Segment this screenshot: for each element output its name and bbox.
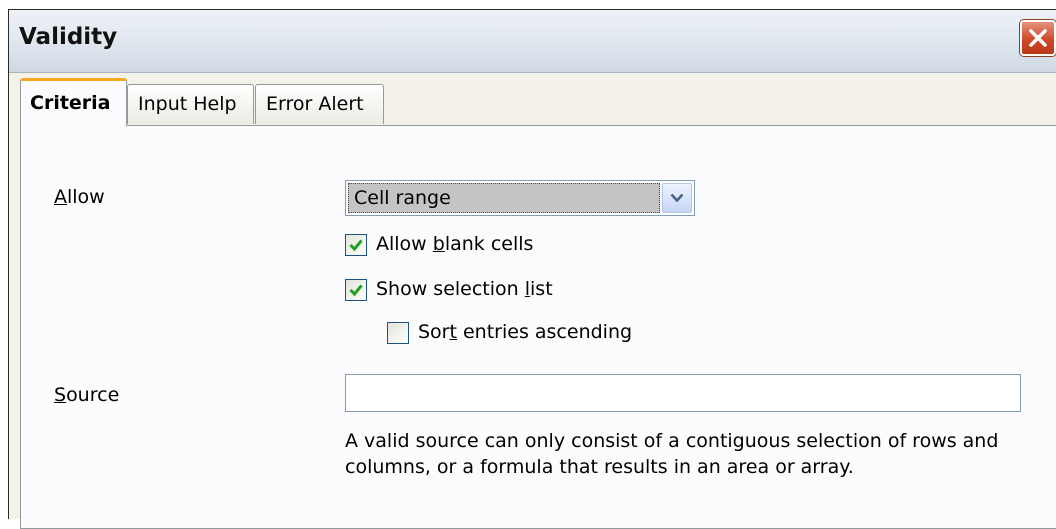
title-bar[interactable]: Validity — [9, 10, 1056, 73]
show-selection-list-checkbox[interactable] — [345, 279, 367, 301]
criteria-panel: Allow Cell range Allow blank cells Show … — [20, 125, 1056, 529]
allow-label-mnemonic: A — [54, 186, 67, 208]
tab-error-alert[interactable]: Error Alert — [255, 84, 384, 124]
allow-dropdown[interactable]: Cell range — [345, 180, 695, 216]
close-button[interactable] — [1020, 20, 1056, 56]
sort-label-mnemonic: t — [449, 321, 457, 343]
show-list-label-a: Show selection — [376, 278, 525, 300]
chevron-down-icon — [670, 193, 684, 203]
allow-blank-checkbox[interactable] — [345, 234, 367, 256]
allow-blank-label[interactable]: Allow blank cells — [376, 233, 533, 255]
checkmark-icon — [349, 284, 363, 297]
source-label-rest: ource — [66, 384, 120, 406]
allow-blank-label-mnemonic: b — [432, 233, 445, 255]
allow-label-rest: llow — [67, 186, 105, 208]
sort-label-a: Sor — [418, 321, 450, 343]
allow-label: Allow — [54, 186, 105, 208]
show-selection-list-label[interactable]: Show selection list — [376, 278, 553, 300]
source-label-mnemonic: S — [54, 384, 67, 406]
checkmark-icon — [349, 239, 363, 252]
allow-blank-label-b: lank cells — [444, 233, 534, 255]
show-list-label-b: ist — [530, 278, 553, 300]
sort-label-b: entries ascending — [456, 321, 633, 343]
dialog-title: Validity — [19, 24, 118, 50]
allow-dropdown-value: Cell range — [348, 183, 660, 213]
tab-input-help[interactable]: Input Help — [127, 84, 254, 124]
dropdown-button[interactable] — [662, 183, 692, 213]
allow-blank-label-a: Allow — [376, 233, 433, 255]
close-icon — [1029, 29, 1047, 47]
source-hint: A valid source can only consist of a con… — [345, 430, 999, 478]
source-label: Source — [54, 384, 119, 406]
tab-criteria[interactable]: Criteria — [20, 78, 127, 126]
sort-ascending-checkbox[interactable] — [387, 322, 409, 344]
source-input[interactable] — [345, 374, 1021, 412]
sort-ascending-label[interactable]: Sort entries ascending — [418, 321, 632, 343]
validity-dialog: Validity Input Help Error Alert Criteria… — [8, 9, 1056, 529]
